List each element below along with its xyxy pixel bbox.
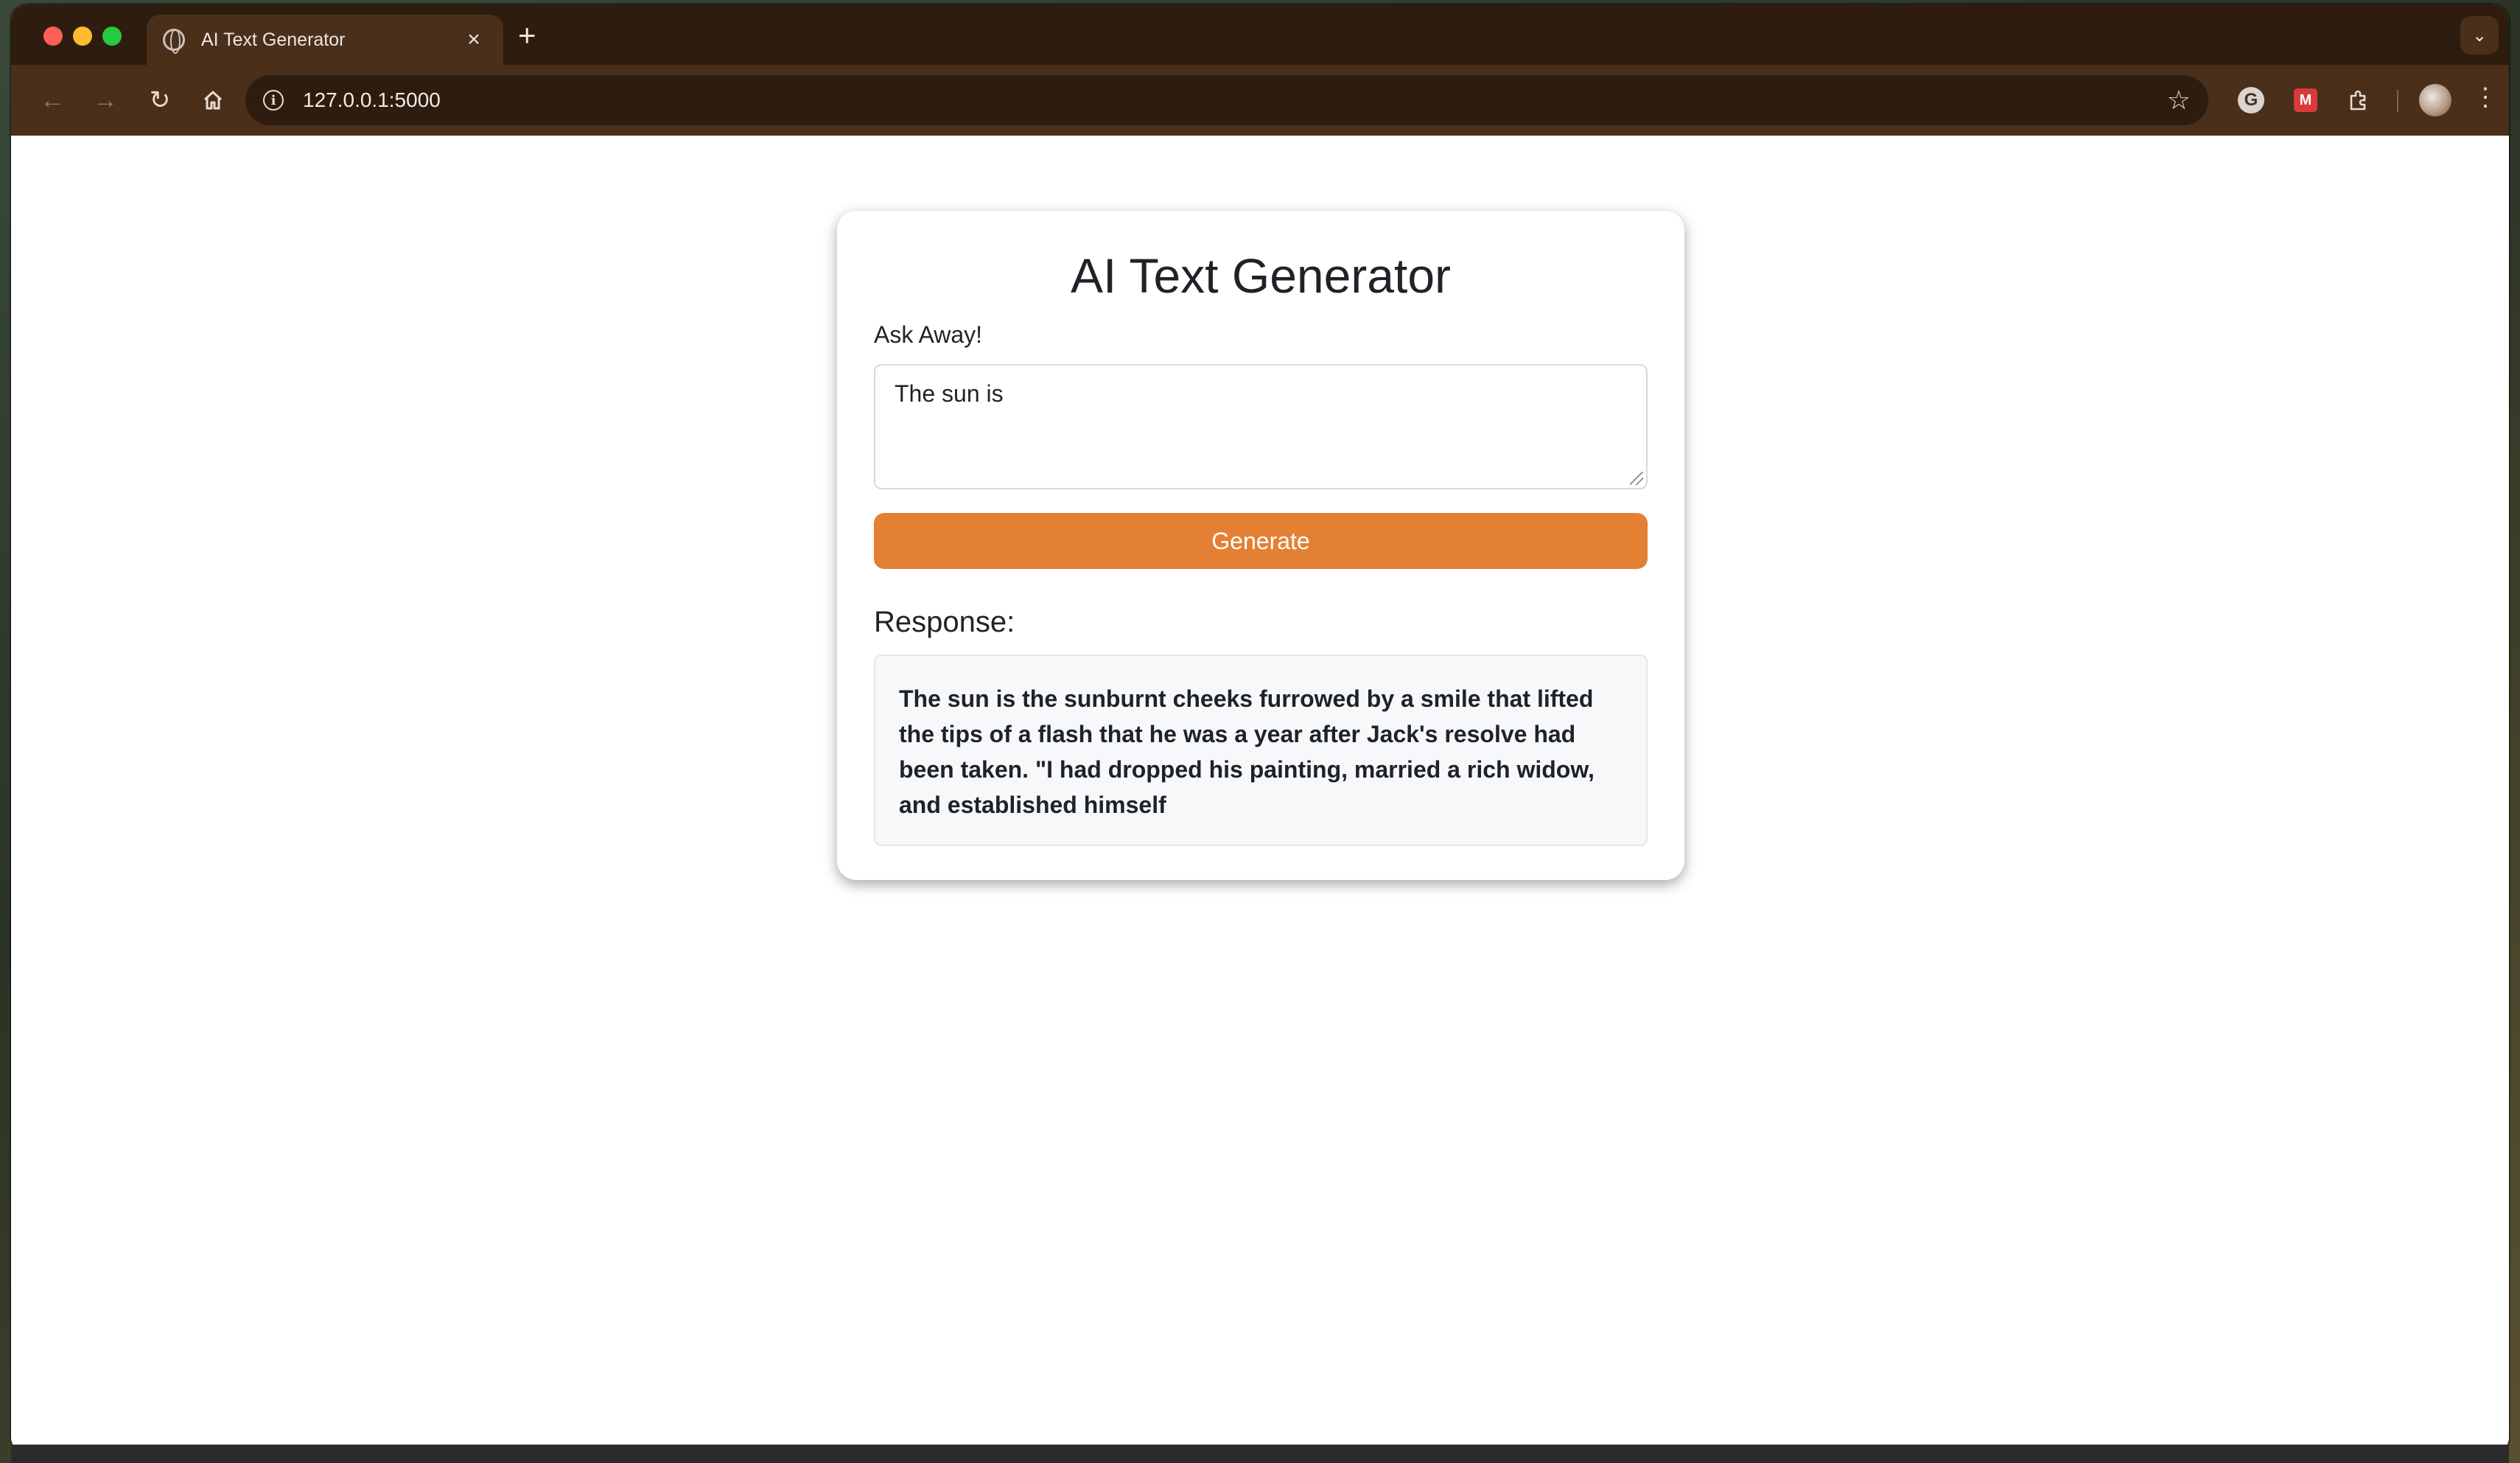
- resize-handle-icon[interactable]: [1630, 472, 1643, 485]
- chevron-down-icon: ⌄: [2471, 25, 2488, 46]
- tab-ai-text-generator[interactable]: AI Text Generator ×: [147, 15, 503, 65]
- browser-window: AI Text Generator × + ⌄ ← → ↻ i 127.0.0.…: [11, 4, 2509, 1453]
- grammarly-extension-button[interactable]: G: [2233, 83, 2269, 118]
- toolbar-divider: [2397, 90, 2398, 112]
- prompt-wrapper: The sun is: [874, 364, 1648, 489]
- reload-icon: ↻: [149, 86, 171, 114]
- address-bar[interactable]: i 127.0.0.1:5000 ☆: [245, 75, 2208, 125]
- reload-button[interactable]: ↻: [141, 81, 179, 119]
- home-icon: [203, 91, 223, 110]
- maximize-window-button[interactable]: [102, 27, 122, 46]
- prompt-textarea[interactable]: The sun is: [874, 364, 1648, 489]
- kebab-menu-icon[interactable]: ⋮: [2471, 83, 2500, 112]
- tab-search-button[interactable]: ⌄: [2460, 16, 2499, 55]
- close-window-button[interactable]: [43, 27, 63, 46]
- back-button[interactable]: ←: [33, 81, 71, 119]
- info-icon[interactable]: i: [263, 90, 284, 111]
- red-extension-button[interactable]: M: [2288, 83, 2323, 118]
- generator-card: AI Text Generator Ask Away! The sun is G…: [837, 211, 1684, 880]
- globe-icon: [163, 29, 185, 54]
- response-heading: Response:: [874, 606, 1015, 638]
- generate-button[interactable]: Generate: [874, 513, 1648, 569]
- url-text[interactable]: 127.0.0.1:5000: [303, 88, 2167, 112]
- tab-title: AI Text Generator: [201, 29, 346, 50]
- profile-avatar[interactable]: [2419, 84, 2451, 116]
- tab-strip: AI Text Generator × + ⌄: [11, 4, 2509, 65]
- minimize-window-button[interactable]: [73, 27, 92, 46]
- response-output: The sun is the sunburnt cheeks furrowed …: [874, 654, 1648, 846]
- arrow-right-icon: →: [93, 85, 118, 114]
- page-viewport: AI Text Generator Ask Away! The sun is G…: [11, 136, 2509, 1453]
- red-extension-icon: M: [2294, 88, 2317, 112]
- prompt-label: Ask Away!: [874, 321, 983, 348]
- grammarly-extension-icon: G: [2238, 87, 2264, 114]
- tab-close-icon[interactable]: ×: [461, 27, 487, 52]
- page-title: AI Text Generator: [1070, 248, 1452, 303]
- puzzle-icon: [2350, 90, 2366, 111]
- home-button[interactable]: [194, 81, 232, 119]
- desktop-background-strip: [11, 1445, 2509, 1463]
- forward-button[interactable]: →: [86, 81, 125, 119]
- new-tab-button[interactable]: +: [518, 19, 536, 52]
- star-icon[interactable]: ☆: [2167, 85, 2191, 116]
- arrow-left-icon: ←: [40, 85, 65, 114]
- extensions-button[interactable]: [2341, 83, 2376, 118]
- browser-toolbar: ← → ↻ i 127.0.0.1:5000 ☆ G M ⋮: [11, 65, 2509, 136]
